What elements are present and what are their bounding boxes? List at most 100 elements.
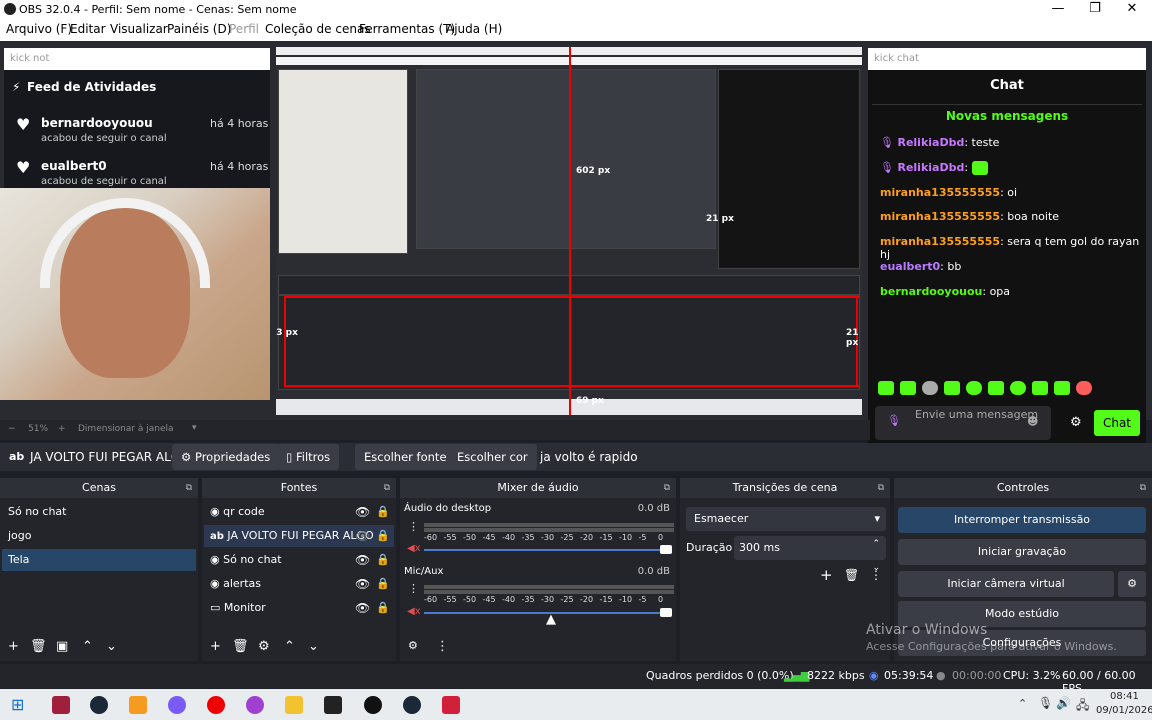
menu-ferramentas[interactable]: Ferramentas (T) <box>359 22 455 36</box>
stop-streaming-button[interactable]: Interromper transmissão <box>898 507 1146 533</box>
emoji-icon[interactable]: ☻ <box>1027 416 1038 428</box>
volume-slider-knob[interactable] <box>660 545 672 554</box>
more-icon[interactable]: ⋮ <box>870 568 882 582</box>
chevron-down-icon[interactable]: ⌄ <box>308 639 319 654</box>
start-virtual-camera-button[interactable]: Iniciar câmera virtual <box>898 571 1114 597</box>
chat-send-button[interactable]: Chat <box>1094 410 1140 436</box>
emote-icon[interactable] <box>944 381 960 395</box>
fit-to-window-button[interactable]: Dimensionar à janela <box>78 424 174 434</box>
chevron-up-icon[interactable]: ⌃ <box>1018 697 1027 710</box>
speaker-muted-icon[interactable]: ◀x <box>407 606 421 617</box>
chevron-up-icon[interactable]: ⌃ <box>284 639 295 654</box>
more-icon[interactable]: ⋮ <box>408 582 419 595</box>
chevron-up-icon[interactable]: ⌃ <box>82 639 93 654</box>
popout-icon[interactable]: ⧉ <box>878 478 884 498</box>
app-icon[interactable] <box>168 696 186 714</box>
more-icon[interactable]: ⋮ <box>408 520 419 533</box>
emote-icon[interactable] <box>1032 381 1048 395</box>
popout-icon[interactable]: ⧉ <box>664 478 670 498</box>
app-icon[interactable] <box>324 696 342 714</box>
lock-icon[interactable]: 🔒 <box>376 553 390 566</box>
volume-slider-knob[interactable] <box>660 608 672 617</box>
menu-visualizar[interactable]: Visualizar <box>110 22 168 36</box>
app-icon[interactable] <box>129 696 147 714</box>
zoom-in-button[interactable]: + <box>58 424 66 434</box>
clock-date[interactable]: 09/01/2026 <box>1096 705 1152 716</box>
windows-start-icon[interactable]: ⊞ <box>11 695 24 714</box>
trash-icon[interactable]: 🗑 <box>232 639 249 654</box>
speaker-muted-icon[interactable]: ◀x <box>407 543 421 554</box>
lock-icon[interactable]: 🔒 <box>376 601 390 614</box>
app-icon[interactable] <box>52 696 70 714</box>
filters-button[interactable]: ▯ Filtros <box>277 444 340 470</box>
add-icon[interactable]: + <box>210 639 221 654</box>
emote-icon[interactable] <box>966 381 982 395</box>
properties-button[interactable]: ⚙ Propriedades <box>172 444 280 470</box>
emote-icon[interactable] <box>1076 381 1092 395</box>
choose-color-button[interactable]: Escolher cor <box>448 444 537 470</box>
menu-editar[interactable]: Editar <box>70 22 106 36</box>
menu-colecao-cenas[interactable]: Coleção de cenas <box>265 22 371 36</box>
choose-font-button[interactable]: Escolher fonte <box>355 444 456 470</box>
menu-arquivo[interactable]: Arquivo (F) <box>6 22 72 36</box>
steam-icon[interactable] <box>403 696 421 714</box>
gear-icon[interactable]: ⚙ <box>258 639 270 654</box>
popout-icon[interactable]: ⧉ <box>384 478 390 498</box>
popout-icon[interactable]: ⧉ <box>1140 478 1146 498</box>
text-value-field[interactable]: ja volto é rapido <box>540 450 638 464</box>
close-button[interactable]: ✕ <box>1117 1 1147 16</box>
eye-icon[interactable]: 👁 <box>355 553 370 567</box>
trash-icon[interactable]: 🗑 <box>30 639 47 654</box>
more-icon[interactable]: ⋮ <box>436 639 449 654</box>
lock-icon[interactable]: 🔒 <box>376 505 390 518</box>
microphone-icon[interactable]: 🎙 <box>1038 696 1053 710</box>
scene-item-selected[interactable]: Tela <box>2 549 196 571</box>
lock-icon[interactable]: 🔒 <box>376 577 390 590</box>
eye-icon[interactable]: 👁 <box>355 601 370 615</box>
virtual-camera-settings-button[interactable]: ⚙ <box>1118 571 1146 597</box>
app-icon[interactable] <box>442 696 460 714</box>
start-recording-button[interactable]: Iniciar gravação <box>898 539 1146 565</box>
kick-notification-url-input[interactable]: kick not <box>4 48 270 70</box>
eye-icon[interactable]: 👁 <box>355 505 370 519</box>
kick-chat-url-input[interactable]: kick chat <box>868 48 1146 70</box>
chevron-down-icon[interactable]: ⌄ <box>106 639 117 654</box>
lock-icon[interactable]: 🔒 <box>376 529 390 542</box>
opera-icon[interactable] <box>207 696 225 714</box>
add-icon[interactable]: + <box>8 639 19 654</box>
duration-input[interactable]: 300 ms ⌃ ⌄ <box>734 536 886 573</box>
transition-select[interactable]: Esmaecer ▾ <box>686 507 886 531</box>
menu-paineis[interactable]: Painéis (D) <box>167 22 231 36</box>
clock-time[interactable]: 08:41 <box>1110 691 1139 702</box>
scene-item[interactable]: jogo <box>2 525 196 547</box>
popout-icon[interactable]: ⧉ <box>186 478 192 498</box>
eye-icon[interactable]: 👁 <box>355 577 370 591</box>
emote-icon[interactable] <box>878 381 894 395</box>
network-icon[interactable]: 🖧 <box>1076 696 1089 717</box>
obs-icon[interactable] <box>364 696 382 714</box>
volume-slider[interactable] <box>424 549 672 551</box>
gear-icon[interactable]: ⚙ <box>1070 415 1082 430</box>
scene-item[interactable]: Só no chat <box>2 501 196 523</box>
folder-icon[interactable] <box>285 696 303 714</box>
zoom-out-button[interactable]: − <box>8 424 16 434</box>
emote-icon[interactable] <box>922 381 938 395</box>
volume-icon[interactable]: 🔊 <box>1056 696 1071 710</box>
steam-icon[interactable] <box>90 696 108 714</box>
chat-message-input[interactable]: 🎙 Envie uma mensagem ☻ <box>875 406 1051 440</box>
menu-ajuda[interactable]: Ajuda (H) <box>446 22 502 36</box>
filter-icon[interactable]: ▣ <box>56 639 68 654</box>
emote-bar[interactable] <box>878 381 1098 397</box>
emote-icon[interactable] <box>900 381 916 395</box>
emote-icon[interactable] <box>1054 381 1070 395</box>
gear-icon[interactable]: ⚙ <box>408 639 418 652</box>
maximize-button[interactable]: ❐ <box>1080 1 1110 16</box>
emote-icon[interactable] <box>1010 381 1026 395</box>
trash-icon[interactable]: 🗑 <box>844 568 859 582</box>
add-icon[interactable]: + <box>820 566 833 584</box>
chevron-down-icon[interactable]: ▾ <box>192 423 197 433</box>
emote-icon[interactable] <box>988 381 1004 395</box>
app-icon[interactable] <box>246 696 264 714</box>
eye-slash-icon[interactable]: 👁 <box>355 529 370 543</box>
menu-perfil[interactable]: Perfil <box>229 22 259 36</box>
